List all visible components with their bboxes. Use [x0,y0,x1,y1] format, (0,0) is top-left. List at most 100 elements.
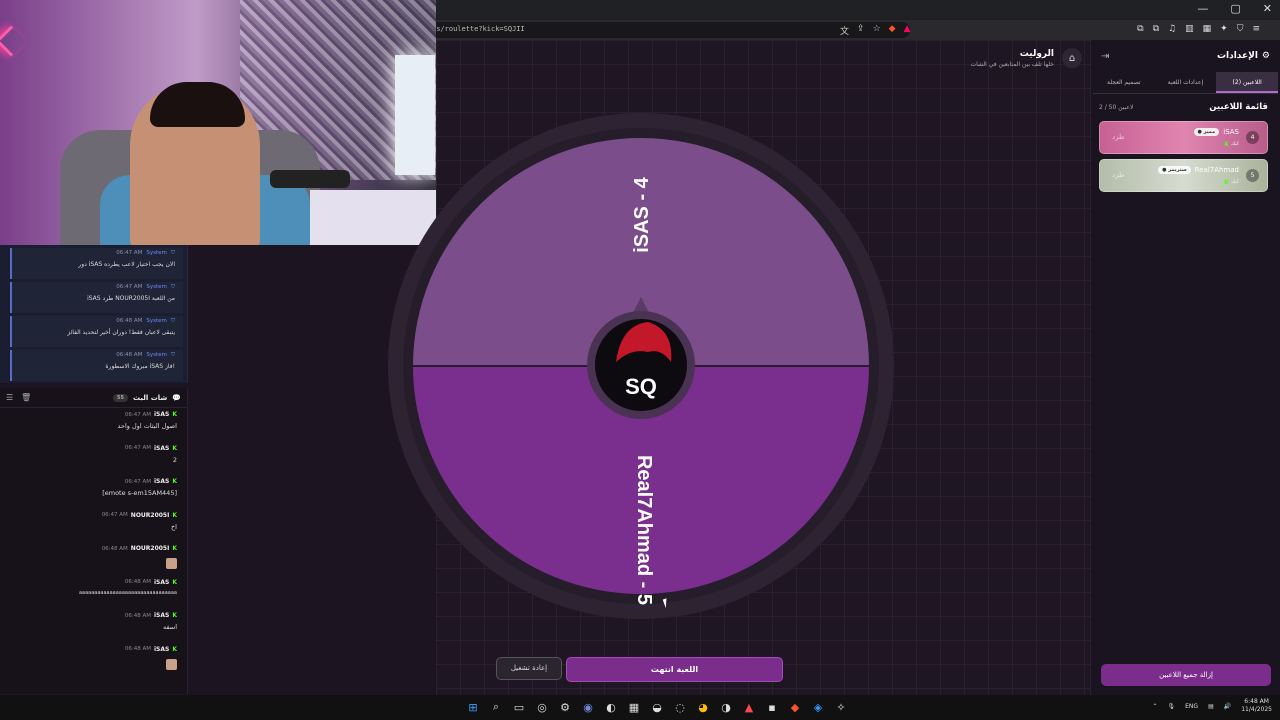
filter-icon[interactable]: ☰ [6,393,13,402]
app-icon[interactable]: ◒ [650,700,664,714]
app-icon[interactable]: ▪ [765,700,779,714]
system-message: 06:48 AM System ⛉ يتبقى لاعبان فقط! دوران … [10,316,183,347]
kick-icon: K [172,411,177,418]
kick-icon: K [1224,141,1229,148]
message-time: 06:48 AM [116,318,143,324]
app-icon[interactable]: ◌ [673,700,687,714]
search-icon[interactable]: ⌕ [489,700,503,714]
app-icon[interactable]: ◎ [535,700,549,714]
system-sender: System [146,352,167,358]
chat-username[interactable]: iSAS [154,411,169,418]
trash-icon[interactable]: 🗑 [21,393,31,402]
obs-icon[interactable]: ◐ [604,700,618,714]
chrome-icon[interactable]: ◕ [696,700,710,714]
player-card[interactable]: 4 ● مميز iSAS K كيك طرد [1099,121,1268,154]
message-time: 06:47 AM [124,445,151,451]
tab-players[interactable]: اللاعبين (2) [1216,72,1278,93]
kick-player-button[interactable]: طرد [1112,133,1125,141]
system-message: 06:47 AM System ⛉ دور iSAS الان يجب اختيار… [10,248,183,279]
tab-icon[interactable]: ▦ [1203,24,1212,34]
menu-icon[interactable]: ≡ [1252,24,1260,34]
extension-icon[interactable]: ⧉ [1153,24,1159,34]
chat-username[interactable]: NOUR2005I [131,545,170,552]
window-controls: — ▢ ✕ [1197,2,1272,15]
clear-all-players-button[interactable]: إزالة جميع اللاعبين [1101,664,1271,686]
clock[interactable]: 6:48 AM 11/4/2025 [1241,698,1272,714]
player-card[interactable]: 5 ● ستريمر Real7Ahmad K كيك طرد [1099,159,1268,192]
chat-tools: ☰ 🗑 [6,393,31,402]
mic-icon[interactable]: 🎙 [1168,703,1176,710]
taskbar-apps: ⊞ ⌕ ▭ ◎ ⚙ ◉ ◐ ▦ ◒ ◌ ◕ ◑ ▲ ▪ ◆ ◈ ✧ [466,700,848,714]
sidebar-icon[interactable]: ▥ [1185,24,1194,34]
webcam-neon [0,25,27,57]
chat-icon: 💬 [172,393,181,402]
kick-player-button[interactable]: طرد [1112,171,1125,179]
kick-icon: K [172,444,177,452]
chat-text: اخ [170,522,177,531]
chevron-up-icon[interactable]: ⌃ [1152,703,1157,710]
extension-icon[interactable]: ⧉ [1137,24,1143,34]
app-icon[interactable]: ◈ [811,700,825,714]
chat-message: 06:47 AM NOUR2005I K اخ [0,509,187,543]
volume-icon[interactable]: 🔊 [1224,703,1231,710]
chat-username[interactable]: iSAS [154,579,169,586]
system-tray: ⌃ 🎙 ENG ▤ 🔊 6:48 AM 11/4/2025 [1152,698,1272,714]
chat-username[interactable]: iSAS [154,612,169,619]
chat-message: 06:47 AM iSAS K [emote s-em15AM445] [0,475,187,509]
kick-icon: K [172,478,177,485]
player-platform: كيك [1230,179,1239,185]
discord-icon[interactable]: ◉ [581,700,595,714]
tab-wheel-design[interactable]: تصميم العجلة [1093,72,1155,93]
player-number: 4 [1246,131,1259,144]
home-button[interactable]: ⌂ [1062,48,1082,68]
tab-game-settings[interactable]: إعدادات اللعبة [1155,72,1217,93]
player-badge: ● مميز [1193,128,1220,136]
game-over-button[interactable]: اللعبة انتهت [566,657,783,682]
music-icon[interactable]: ♫ [1168,24,1176,34]
chat-header: ☰ 🗑 55 شات البث 💬 [0,388,187,408]
shield-icon: ⛉ [170,318,175,324]
vpn-icon[interactable]: ⛉ [1237,24,1244,34]
message-time: 06:47 AM [116,250,143,256]
ai-icon[interactable]: ✦ [1220,24,1228,34]
maximize-button[interactable]: ▢ [1230,2,1240,15]
wheel-segment-label: iSAS - 4 [631,176,653,252]
webcam-feed [0,0,436,245]
app-icon[interactable]: ✧ [834,700,848,714]
close-button[interactable]: ✕ [1263,2,1272,15]
app-icon[interactable]: ▦ [627,700,641,714]
kick-icon: K [172,511,177,519]
chat-message: 06:47 AM iSAS K 2 [0,442,187,476]
network-icon[interactable]: ▤ [1208,703,1214,710]
chat-username[interactable]: NOUR2005I [131,512,170,519]
chat-title-block: 55 شات البث 💬 [113,393,181,402]
message-text: دور iSAS الان يجب اختيار لاعب يطرده [78,261,175,268]
chat-username[interactable]: iSAS [154,646,169,653]
windows-start-icon[interactable]: ⊞ [466,700,480,714]
app-icon[interactable]: ◑ [719,700,733,714]
chat-title: شات البث [133,393,168,402]
webcam-microphone [270,170,350,188]
message-time: 06:48 AM [101,545,128,552]
roulette-wheel[interactable]: iSAS - 4 Real7Ahmad - 5 SQ [386,0,996,640]
settings-tabs: اللاعبين (2) إعدادات اللعبة تصميم العجلة [1093,72,1278,94]
settings-title: الإعدادات [1216,51,1258,61]
language-indicator[interactable]: ENG [1185,703,1198,710]
brave-icon[interactable]: ◆ [788,700,802,714]
clock-time: 6:48 AM [1244,698,1269,705]
kick-icon: K [172,545,177,552]
chat-text: aaaaaaaaaaaaaaaaaaaaaaaaaaaaaaaa [78,589,177,596]
player-name-row: ● مميز iSAS [1193,128,1239,136]
message-time: 06:48 AM [124,646,151,652]
explorer-icon[interactable]: ▭ [512,700,526,714]
message-text: iSAS طرد NOUR2005I من اللعبة [87,295,175,302]
steam-icon[interactable]: ⚙ [558,700,572,714]
message-time: 06:47 AM [124,411,151,418]
minimize-button[interactable]: — [1197,2,1208,15]
replay-button[interactable]: إعادة تشغيل [496,657,562,680]
webcam-hair [150,82,245,127]
chat-username[interactable]: iSAS [154,445,169,452]
collapse-panel-icon[interactable]: ⇥ [1101,51,1109,62]
chat-username[interactable]: iSAS [154,478,169,485]
valorant-icon[interactable]: ▲ [742,700,756,714]
